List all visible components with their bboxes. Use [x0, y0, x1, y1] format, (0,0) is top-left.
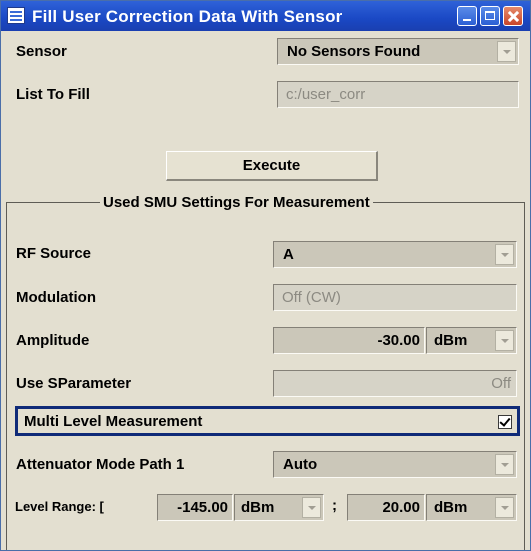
list-to-fill-label: List To Fill	[16, 86, 90, 103]
chevron-down-icon[interactable]	[495, 454, 514, 475]
amplitude-label: Amplitude	[16, 332, 90, 349]
group-title: Used SMU Settings For Measurement	[100, 194, 373, 211]
level-range-max-unit: dBm	[434, 499, 468, 516]
minimize-button[interactable]	[457, 6, 477, 26]
chevron-down-icon[interactable]	[495, 244, 514, 265]
level-range-min-unit-dropdown[interactable]: dBm	[234, 494, 324, 521]
close-button[interactable]	[503, 6, 523, 26]
amplitude-value: -30.00	[377, 332, 420, 349]
chevron-down-icon[interactable]	[495, 330, 514, 351]
use-sparameter-value: Off	[491, 375, 511, 392]
amplitude-unit: dBm	[434, 332, 468, 349]
dialog-window: Fill User Correction Data With Sensor Se…	[0, 0, 531, 551]
level-range-max-input[interactable]: 20.00	[347, 494, 425, 521]
level-range-min-input[interactable]: -145.00	[157, 494, 233, 521]
multi-level-checkbox[interactable]	[498, 415, 512, 429]
amplitude-input[interactable]: -30.00	[273, 327, 425, 354]
level-range-separator: ;	[332, 497, 337, 514]
attenuator-dropdown[interactable]: Auto	[273, 451, 517, 478]
chevron-down-icon[interactable]	[495, 497, 514, 518]
use-sparameter-label: Use SParameter	[16, 375, 132, 392]
chevron-down-icon[interactable]	[302, 497, 321, 518]
rf-source-value: A	[283, 246, 294, 263]
sensor-dropdown[interactable]: No Sensors Found	[277, 38, 519, 65]
chevron-down-icon[interactable]	[497, 41, 516, 62]
sensor-label: Sensor	[16, 43, 67, 60]
level-range-max-unit-dropdown[interactable]: dBm	[426, 494, 517, 521]
maximize-button[interactable]	[480, 6, 500, 26]
multi-level-row[interactable]: Multi Level Measurement	[15, 406, 520, 436]
amplitude-unit-dropdown[interactable]: dBm	[426, 327, 517, 354]
attenuator-value: Auto	[283, 456, 318, 473]
window-icon	[7, 7, 25, 24]
modulation-field: Off (CW)	[273, 284, 517, 311]
rf-source-dropdown[interactable]: A	[273, 241, 517, 268]
level-range-min-value: -145.00	[177, 499, 228, 516]
modulation-value: Off (CW)	[282, 289, 341, 306]
execute-button[interactable]: Execute	[166, 151, 378, 181]
list-to-fill-value: c:/user_corr	[286, 86, 366, 103]
attenuator-label: Attenuator Mode Path 1	[16, 456, 185, 473]
multi-level-label: Multi Level Measurement	[24, 413, 203, 430]
list-to-fill-field[interactable]: c:/user_corr	[277, 81, 519, 108]
level-range-label: Level Range: [	[15, 499, 104, 514]
rf-source-label: RF Source	[16, 245, 92, 262]
modulation-label: Modulation	[16, 289, 96, 306]
window-title: Fill User Correction Data With Sensor	[32, 7, 343, 26]
level-range-max-value: 20.00	[382, 499, 420, 516]
use-sparameter-field: Off	[273, 370, 517, 397]
level-range-min-unit: dBm	[241, 499, 275, 516]
title-bar[interactable]: Fill User Correction Data With Sensor	[1, 1, 530, 31]
sensor-value: No Sensors Found	[287, 43, 421, 60]
